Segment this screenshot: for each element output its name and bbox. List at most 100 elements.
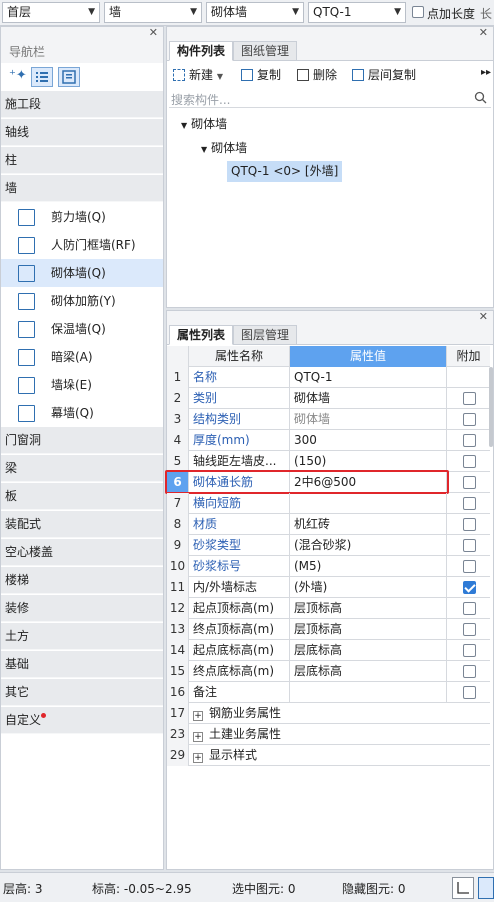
property-group-cell[interactable]: + 显示样式 — [189, 745, 257, 766]
tree-child[interactable]: ▼ 砌体墙 — [201, 139, 247, 156]
property-row[interactable]: 11 内/外墙标志 (外墙) — [167, 577, 490, 598]
type-select[interactable]: 砌体墙 ▼ — [206, 2, 304, 23]
close-icon[interactable]: ✕ — [479, 26, 488, 39]
copy-button[interactable]: 复制 — [241, 66, 281, 83]
property-value[interactable]: QTQ-1 — [290, 367, 447, 388]
nav-wall-item[interactable]: 砌体加筋(Y) — [1, 287, 163, 315]
property-value[interactable] — [290, 682, 447, 703]
property-value[interactable]: (外墙) — [290, 577, 447, 598]
extra-checkbox[interactable] — [463, 518, 476, 531]
nav-wall-item[interactable]: 幕墙(Q) — [1, 399, 163, 427]
nav-wall-item[interactable]: 人防门框墙(RF) — [1, 231, 163, 259]
close-icon[interactable]: ✕ — [149, 26, 158, 39]
property-scrollbar[interactable] — [489, 367, 493, 447]
nav-group-item[interactable]: 板 — [1, 483, 163, 510]
property-value[interactable]: 层顶标高 — [290, 598, 447, 619]
property-row[interactable]: 8 材质 机红砖 — [167, 514, 490, 535]
property-row[interactable]: 15 终点底标高(m) 层底标高 — [167, 661, 490, 682]
property-value[interactable]: 机红砖 — [290, 514, 447, 535]
property-value[interactable]: 层底标高 — [290, 640, 447, 661]
nav-wall-item[interactable]: 保温墙(Q) — [1, 315, 163, 343]
property-value[interactable]: (混合砂浆) — [290, 535, 447, 556]
property-row[interactable]: 16 备注 — [167, 682, 490, 703]
property-row[interactable]: 7 横向短筋 — [167, 493, 490, 514]
ortho-mode-icon[interactable] — [452, 877, 474, 899]
expand-plus-icon[interactable]: + — [193, 732, 203, 742]
tree-leaf-selected[interactable]: QTQ-1 <0> [外墙] — [227, 161, 343, 182]
expand-triangle-icon[interactable]: ▼ — [181, 121, 187, 130]
nav-wall-item[interactable]: 暗梁(A) — [1, 343, 163, 371]
extra-checkbox[interactable] — [463, 581, 476, 594]
extra-checkbox[interactable] — [463, 686, 476, 699]
nav-wall-item[interactable]: 砌体墙(Q) — [1, 259, 163, 287]
expand-triangle-icon[interactable]: ▼ — [201, 145, 207, 154]
nav-group-item[interactable]: 墙 — [1, 175, 163, 202]
tree-root[interactable]: ▼ 砌体墙 — [181, 115, 227, 132]
nav-group-item[interactable]: 梁 — [1, 455, 163, 482]
property-row[interactable]: 5 轴线距左墙皮... (150) — [167, 451, 490, 472]
tab-component-list[interactable]: 构件列表 — [169, 41, 234, 61]
property-row[interactable]: 4 厚度(mm) 300 — [167, 430, 490, 451]
property-value[interactable]: 砌体墙 — [290, 409, 447, 430]
nav-group-item[interactable]: 装配式 — [1, 511, 163, 538]
new-button[interactable]: 新建 ▼ — [173, 66, 223, 83]
nav-group-item[interactable]: 土方 — [1, 623, 163, 650]
property-group-row[interactable]: 17 + 钢筋业务属性 — [167, 703, 490, 724]
extra-checkbox[interactable] — [463, 644, 476, 657]
property-row[interactable]: 3 结构类别 砌体墙 — [167, 409, 490, 430]
tab-layer-management[interactable]: 图层管理 — [233, 325, 298, 345]
extra-checkbox[interactable] — [463, 623, 476, 636]
category-select[interactable]: 墙 ▼ — [104, 2, 202, 23]
property-value[interactable]: 300 — [290, 430, 447, 451]
property-group-row[interactable]: 29 + 显示样式 — [167, 745, 490, 766]
property-row[interactable]: 13 终点顶标高(m) 层顶标高 — [167, 619, 490, 640]
extra-checkbox[interactable] — [463, 413, 476, 426]
snap-mode-icon[interactable] — [478, 877, 494, 899]
point-length-checkbox[interactable] — [412, 6, 424, 18]
nav-group-item[interactable]: 轴线 — [1, 119, 163, 146]
floor-copy-button[interactable]: 层间复制 — [352, 66, 416, 83]
detail-view-icon[interactable] — [58, 67, 80, 87]
extra-checkbox[interactable] — [463, 539, 476, 552]
nav-group-item[interactable]: 自定义 — [1, 707, 163, 734]
expand-plus-icon[interactable]: + — [193, 711, 203, 721]
component-select[interactable]: QTQ-1 ▼ — [308, 2, 406, 23]
property-row[interactable]: 9 砂浆类型 (混合砂浆) — [167, 535, 490, 556]
property-row[interactable]: 6 砌体通长筋 2中6@500 — [167, 472, 490, 493]
property-row[interactable]: 14 起点底标高(m) 层底标高 — [167, 640, 490, 661]
property-group-row[interactable]: 23 + 土建业务属性 — [167, 724, 490, 745]
extra-checkbox[interactable] — [463, 602, 476, 615]
expand-plus-icon[interactable]: + — [193, 753, 203, 763]
property-row[interactable]: 1 名称 QTQ-1 — [167, 367, 490, 388]
property-value[interactable]: 层底标高 — [290, 661, 447, 682]
tab-drawing-management[interactable]: 图纸管理 — [233, 41, 298, 61]
component-search-input[interactable]: 搜索构件... — [169, 88, 491, 108]
property-value[interactable]: 层顶标高 — [290, 619, 447, 640]
nav-group-item[interactable]: 柱 — [1, 147, 163, 174]
property-row[interactable]: 12 起点顶标高(m) 层顶标高 — [167, 598, 490, 619]
extra-checkbox[interactable] — [463, 476, 476, 489]
nav-wall-item[interactable]: 剪力墙(Q) — [1, 203, 163, 231]
nav-group-item[interactable]: 装修 — [1, 595, 163, 622]
property-value[interactable] — [290, 493, 447, 514]
extra-checkbox[interactable] — [463, 455, 476, 468]
delete-button[interactable]: 删除 — [297, 66, 337, 83]
property-row[interactable]: 10 砂浆标号 (M5) — [167, 556, 490, 577]
extra-checkbox[interactable] — [463, 434, 476, 447]
nav-wall-item[interactable]: 墙垛(E) — [1, 371, 163, 399]
nav-group-item[interactable]: 空心楼盖 — [1, 539, 163, 566]
floor-select[interactable]: 首层 ▼ — [2, 2, 100, 23]
extra-checkbox[interactable] — [463, 497, 476, 510]
search-icon[interactable] — [474, 91, 487, 104]
property-row[interactable]: 2 类别 砌体墙 — [167, 388, 490, 409]
extra-checkbox[interactable] — [463, 560, 476, 573]
nav-group-item[interactable]: 楼梯 — [1, 567, 163, 594]
extra-checkbox[interactable] — [463, 665, 476, 678]
property-value[interactable]: 2中6@500 — [290, 472, 447, 493]
property-value[interactable]: (150) — [290, 451, 447, 472]
extra-checkbox[interactable] — [463, 392, 476, 405]
sparkle-icon[interactable]: ⁺✦ — [9, 68, 27, 83]
nav-group-item[interactable]: 门窗洞 — [1, 427, 163, 454]
tab-property-list[interactable]: 属性列表 — [169, 325, 234, 345]
property-value[interactable]: (M5) — [290, 556, 447, 577]
